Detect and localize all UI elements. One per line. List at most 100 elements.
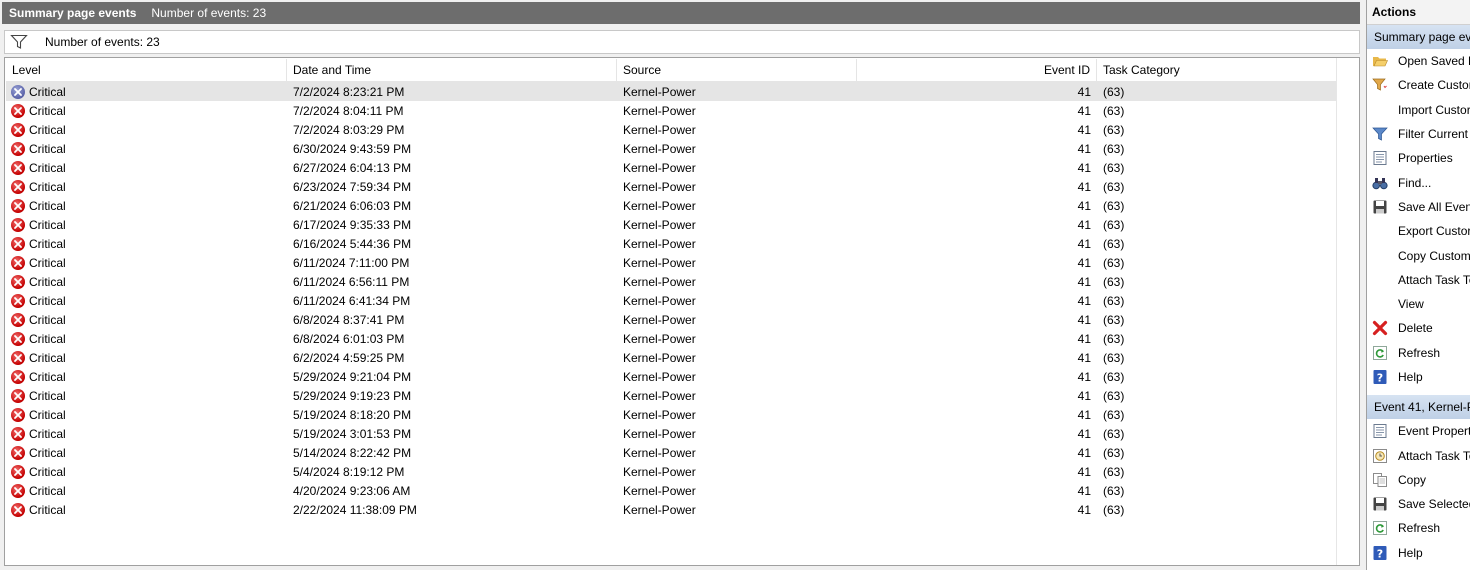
- table-row[interactable]: Critical 6/27/2024 6:04:13 PM Kernel-Power…: [6, 158, 1338, 177]
- action-save-all-event[interactable]: Save All Event: [1367, 195, 1470, 219]
- level-text: Critical: [29, 103, 66, 118]
- cell-task-category: (63): [1103, 236, 1125, 251]
- action-label: Import Custor: [1398, 102, 1470, 117]
- critical-error-icon: [11, 122, 25, 137]
- table-row[interactable]: Critical 7/2/2024 8:04:11 PM Kernel-Power 4…: [6, 101, 1338, 120]
- cell-source: Kernel-Power: [623, 312, 696, 327]
- create-filter-icon: [1372, 77, 1388, 93]
- folder-open-icon: [1372, 53, 1388, 69]
- column-header-event-id[interactable]: Event ID: [857, 59, 1097, 81]
- critical-error-icon: [11, 407, 25, 422]
- cell-task-category: (63): [1103, 388, 1125, 403]
- cell-date-time: 5/14/2024 8:22:42 PM: [293, 445, 412, 460]
- action-refresh[interactable]: Refresh: [1367, 341, 1470, 365]
- table-row[interactable]: Critical 6/11/2024 6:56:11 PM Kernel-Power…: [6, 272, 1338, 291]
- column-header-level[interactable]: Level: [6, 59, 287, 81]
- action-open-saved-l[interactable]: Open Saved L: [1367, 49, 1470, 73]
- action-copy[interactable]: Copy: [1367, 468, 1470, 492]
- action-create-custor[interactable]: Create Custor: [1367, 73, 1470, 97]
- save-icon: [1372, 199, 1388, 215]
- table-row[interactable]: Critical 6/23/2024 7:59:34 PM Kernel-Power…: [6, 177, 1338, 196]
- table-row[interactable]: Critical 5/29/2024 9:21:04 PM Kernel-Power…: [6, 367, 1338, 386]
- actions-list: Summary page ev Open Saved L Create Custor…: [1367, 25, 1470, 565]
- action-properties[interactable]: Properties: [1367, 146, 1470, 170]
- cell-date-time: 6/2/2024 4:59:25 PM: [293, 350, 405, 365]
- filter-icon[interactable]: [10, 34, 28, 50]
- level-text: Critical: [29, 369, 66, 384]
- cell-event-id: 41: [1077, 407, 1091, 422]
- critical-error-icon: [11, 103, 25, 118]
- table-row[interactable]: Critical 6/11/2024 7:11:00 PM Kernel-Power…: [6, 253, 1338, 272]
- actions-section-header-0[interactable]: Summary page ev: [1367, 25, 1470, 49]
- action-copy-custom[interactable]: Copy Custom: [1367, 243, 1470, 267]
- cell-level: Critical: [6, 122, 287, 137]
- cell-event-id: 41: [1077, 426, 1091, 441]
- cell-event-id: 41: [1077, 331, 1091, 346]
- action-label: View: [1398, 297, 1424, 312]
- critical-error-icon: [11, 236, 25, 251]
- action-import-custor[interactable]: Import Custor: [1367, 98, 1470, 122]
- cell-event-id: 41: [1077, 103, 1091, 118]
- action-find[interactable]: Find...: [1367, 170, 1470, 194]
- table-row[interactable]: Critical 5/19/2024 3:01:53 PM Kernel-Power…: [6, 424, 1338, 443]
- cell-level: Critical: [6, 445, 287, 460]
- column-header-task-category[interactable]: Task Category: [1097, 59, 1338, 81]
- level-text: Critical: [29, 217, 66, 232]
- table-row[interactable]: Critical 5/19/2024 8:18:20 PM Kernel-Power…: [6, 405, 1338, 424]
- level-text: Critical: [29, 141, 66, 156]
- column-header-source[interactable]: Source: [617, 59, 857, 81]
- table-row[interactable]: Critical 6/17/2024 9:35:33 PM Kernel-Power…: [6, 215, 1338, 234]
- actions-section-header-1[interactable]: Event 41, Kernel-P: [1367, 395, 1470, 420]
- critical-error-icon: [11, 483, 25, 498]
- table-row[interactable]: Critical 5/4/2024 8:19:12 PM Kernel-Power 4…: [6, 462, 1338, 481]
- cell-date-time: 6/16/2024 5:44:36 PM: [293, 236, 412, 251]
- action-attach-task-to[interactable]: Attach Task To: [1367, 443, 1470, 467]
- action-help[interactable]: ? Help: [1367, 365, 1470, 389]
- cell-event-id: 41: [1077, 502, 1091, 517]
- action-filter-current[interactable]: Filter Current: [1367, 122, 1470, 146]
- save-icon: [1372, 496, 1388, 512]
- table-row[interactable]: Critical 2/22/2024 11:38:09 PM Kernel-Powe…: [6, 500, 1338, 519]
- critical-error-icon: [11, 331, 25, 346]
- table-scrollbar[interactable]: [1336, 58, 1359, 565]
- cell-event-id: 41: [1077, 179, 1091, 194]
- level-text: Critical: [29, 236, 66, 251]
- cell-task-category: (63): [1103, 312, 1125, 327]
- action-attach-task-to[interactable]: Attach Task To: [1367, 268, 1470, 292]
- table-row[interactable]: Critical 6/2/2024 4:59:25 PM Kernel-Power 4…: [6, 348, 1338, 367]
- table-row[interactable]: Critical 5/14/2024 8:22:42 PM Kernel-Power…: [6, 443, 1338, 462]
- table-row[interactable]: Critical 6/11/2024 6:41:34 PM Kernel-Power…: [6, 291, 1338, 310]
- cell-source: Kernel-Power: [623, 274, 696, 289]
- help-icon: ?: [1372, 369, 1388, 385]
- table-row[interactable]: Critical 7/2/2024 8:03:29 PM Kernel-Power 4…: [6, 120, 1338, 139]
- filter-icon: [1372, 126, 1388, 142]
- table-row[interactable]: Critical 6/30/2024 9:43:59 PM Kernel-Power…: [6, 139, 1338, 158]
- table-row[interactable]: Critical 5/29/2024 9:19:23 PM Kernel-Power…: [6, 386, 1338, 405]
- action-view[interactable]: View: [1367, 292, 1470, 316]
- level-text: Critical: [29, 426, 66, 441]
- action-save-selected[interactable]: Save Selected: [1367, 492, 1470, 516]
- critical-error-icon: [11, 350, 25, 365]
- level-text: Critical: [29, 483, 66, 498]
- action-delete[interactable]: Delete: [1367, 316, 1470, 340]
- filter-event-count: Number of events: 23: [45, 35, 160, 49]
- action-refresh[interactable]: Refresh: [1367, 516, 1470, 540]
- column-header-date-time[interactable]: Date and Time: [287, 59, 617, 81]
- cell-event-id: 41: [1077, 217, 1091, 232]
- table-row[interactable]: Critical 6/8/2024 6:01:03 PM Kernel-Power 4…: [6, 329, 1338, 348]
- table-row[interactable]: Critical 6/16/2024 5:44:36 PM Kernel-Power…: [6, 234, 1338, 253]
- table-row[interactable]: Critical 7/2/2024 8:23:21 PM Kernel-Power 4…: [6, 82, 1338, 101]
- action-label: Help: [1398, 545, 1423, 560]
- svg-text:?: ?: [1377, 372, 1383, 385]
- table-row[interactable]: Critical 4/20/2024 9:23:06 AM Kernel-Power…: [6, 481, 1338, 500]
- cell-task-category: (63): [1103, 217, 1125, 232]
- table-row[interactable]: Critical 6/21/2024 6:06:03 PM Kernel-Power…: [6, 196, 1338, 215]
- table-row[interactable]: Critical 6/8/2024 8:37:41 PM Kernel-Power 4…: [6, 310, 1338, 329]
- cell-task-category: (63): [1103, 426, 1125, 441]
- critical-error-icon: [11, 255, 25, 270]
- action-help[interactable]: ? Help: [1367, 541, 1470, 565]
- action-label: Delete: [1398, 321, 1433, 336]
- action-export-custor[interactable]: Export Custor: [1367, 219, 1470, 243]
- cell-event-id: 41: [1077, 464, 1091, 479]
- action-event-propert[interactable]: Event Propert: [1367, 419, 1470, 443]
